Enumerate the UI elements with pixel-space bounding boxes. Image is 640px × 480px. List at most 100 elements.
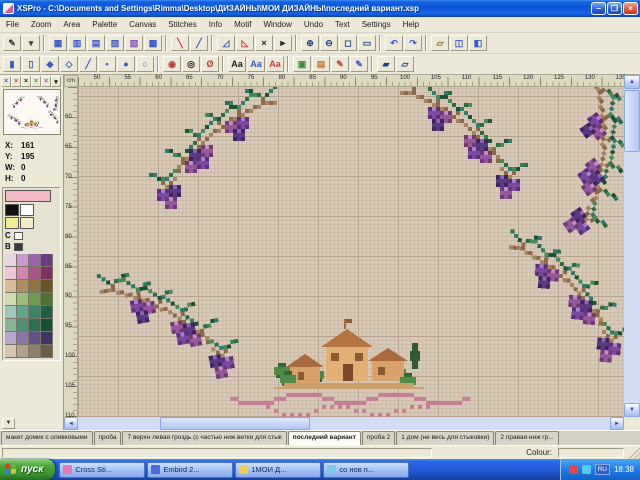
toolbar1-button-18[interactable]: ⊕ — [301, 35, 319, 51]
toolbar1-button-10[interactable]: ╲ — [171, 35, 189, 51]
toolbar2-button-9[interactable]: ◉ — [163, 56, 181, 72]
toolbar1-button-13[interactable]: ◿ — [217, 35, 235, 51]
toolbar1-button-20[interactable]: ◻ — [339, 35, 357, 51]
palette-color-15[interactable] — [41, 293, 53, 306]
palette-color-4[interactable] — [5, 267, 17, 280]
toolbar2-button-13[interactable]: Aa — [228, 56, 246, 72]
menu-canvas[interactable]: Canvas — [123, 19, 162, 30]
palette-color-2[interactable] — [29, 254, 41, 267]
menu-file[interactable]: File — [0, 19, 25, 30]
menu-zoom[interactable]: Zoom — [25, 19, 57, 30]
palette-color-7[interactable] — [41, 267, 53, 280]
sidebar-tool-5[interactable]: ▾ — [51, 76, 61, 87]
design-preview[interactable] — [3, 89, 61, 135]
menu-info[interactable]: Info — [203, 19, 228, 30]
sidebar-tool-2[interactable]: × — [21, 76, 31, 87]
toolbar1-button-5[interactable]: ▤ — [87, 35, 105, 51]
taskbar-button-1[interactable]: Embird 2... — [147, 462, 233, 478]
menu-area[interactable]: Area — [57, 19, 86, 30]
scroll-up-button[interactable]: ▲ — [624, 75, 640, 89]
palette-color-30[interactable] — [29, 345, 41, 358]
toolbar1-button-0[interactable]: ✎ — [3, 35, 21, 51]
toolbar2-button-2[interactable]: ◆ — [41, 56, 59, 72]
tray-icon-1[interactable] — [569, 465, 578, 474]
palette-color-11[interactable] — [41, 280, 53, 293]
scroll-right-button[interactable]: ► — [610, 417, 624, 430]
menu-window[interactable]: Window — [257, 19, 297, 30]
start-button[interactable]: пуск — [0, 459, 55, 480]
toolbar2-button-18[interactable]: ▤ — [312, 56, 330, 72]
basic-swatch-2[interactable] — [5, 217, 19, 229]
palette-color-1[interactable] — [17, 254, 29, 267]
toolbar2-button-20[interactable]: ✎ — [350, 56, 368, 72]
palette-color-27[interactable] — [41, 332, 53, 345]
sidebar-tool-4[interactable]: × — [41, 76, 51, 87]
taskbar-button-2[interactable]: 1МОИ Д... — [235, 462, 321, 478]
tab-3[interactable]: последний вариант — [288, 431, 361, 445]
toolbar1-button-28[interactable]: ◧ — [469, 35, 487, 51]
palette-color-29[interactable] — [17, 345, 29, 358]
palette-color-28[interactable] — [5, 345, 17, 358]
toolbar2-button-5[interactable]: • — [98, 56, 116, 72]
menu-help[interactable]: Help — [397, 19, 425, 30]
toolbar1-button-8[interactable]: ▩ — [144, 35, 162, 51]
toolbar2-button-22[interactable]: ▰ — [377, 56, 395, 72]
toolbar1-button-6[interactable]: ▨ — [106, 35, 124, 51]
palette-color-19[interactable] — [41, 306, 53, 319]
palette-color-6[interactable] — [29, 267, 41, 280]
menu-undo[interactable]: Undo — [298, 19, 329, 30]
palette-color-22[interactable] — [29, 319, 41, 332]
palette-scroll-down-button[interactable]: ▼ — [2, 418, 15, 429]
palette-color-0[interactable] — [5, 254, 17, 267]
tab-5[interactable]: 1 дом (не весь для стыковки) — [396, 431, 494, 445]
palette-color-3[interactable] — [41, 254, 53, 267]
palette-color-26[interactable] — [29, 332, 41, 345]
toolbar2-button-4[interactable]: ╱ — [79, 56, 97, 72]
sidebar-tool-0[interactable]: × — [1, 76, 11, 87]
palette-color-9[interactable] — [17, 280, 29, 293]
palette-color-25[interactable] — [17, 332, 29, 345]
letter-swatch[interactable] — [14, 243, 23, 251]
close-button[interactable]: × — [623, 2, 638, 15]
basic-swatch-1[interactable] — [20, 204, 34, 216]
toolbar2-button-19[interactable]: ✎ — [331, 56, 349, 72]
taskbar-button-0[interactable]: Cross Sti... — [59, 462, 145, 478]
toolbar1-button-24[interactable]: ↷ — [404, 35, 422, 51]
minimize-button[interactable]: − — [591, 2, 606, 15]
toolbar1-button-15[interactable]: × — [255, 35, 273, 51]
language-indicator[interactable]: RU — [595, 464, 610, 475]
toolbar2-button-6[interactable]: ● — [117, 56, 135, 72]
tab-2[interactable]: 7 верхн левая гроздь (с частью ниж ветки… — [122, 431, 286, 445]
palette-color-23[interactable] — [41, 319, 53, 332]
tab-1[interactable]: проба — [94, 431, 122, 445]
taskbar-button-3[interactable]: со нов п... — [323, 462, 409, 478]
tab-6[interactable]: 2 правая ниж гр... — [495, 431, 558, 445]
toolbar1-button-19[interactable]: ⊖ — [320, 35, 338, 51]
design-canvas[interactable] — [78, 87, 624, 417]
scroll-down-button[interactable]: ▼ — [624, 403, 640, 417]
palette-color-8[interactable] — [5, 280, 17, 293]
letter-swatch[interactable] — [14, 232, 23, 240]
palette-color-21[interactable] — [17, 319, 29, 332]
maximize-button[interactable]: ❐ — [607, 2, 622, 15]
toolbar1-button-23[interactable]: ↶ — [385, 35, 403, 51]
palette-color-13[interactable] — [17, 293, 29, 306]
sidebar-tool-1[interactable]: × — [11, 76, 21, 87]
palette-color-24[interactable] — [5, 332, 17, 345]
palette-color-20[interactable] — [5, 319, 17, 332]
selected-color-swatch[interactable] — [5, 190, 51, 202]
toolbar1-button-16[interactable]: ► — [274, 35, 292, 51]
horizontal-scroll-thumb[interactable] — [160, 417, 310, 430]
palette-color-12[interactable] — [5, 293, 17, 306]
menu-palette[interactable]: Palette — [86, 19, 123, 30]
scroll-left-button[interactable]: ◄ — [64, 417, 78, 430]
palette-color-31[interactable] — [41, 345, 53, 358]
resize-grip[interactable] — [626, 446, 640, 460]
toolbar1-button-4[interactable]: ▥ — [68, 35, 86, 51]
toolbar2-button-10[interactable]: ◎ — [182, 56, 200, 72]
tray-icon-2[interactable] — [582, 465, 591, 474]
toolbar2-button-0[interactable]: ▮ — [3, 56, 21, 72]
menu-motif[interactable]: Motif — [228, 19, 257, 30]
toolbar2-button-14[interactable]: Aa — [247, 56, 265, 72]
palette-color-10[interactable] — [29, 280, 41, 293]
